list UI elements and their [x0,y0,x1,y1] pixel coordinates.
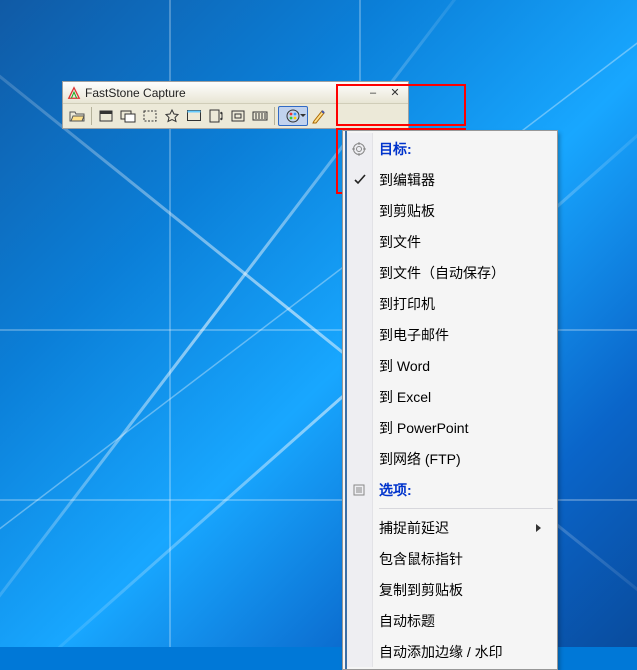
menu-item-to-file[interactable]: 到文件 [345,226,555,257]
menu-item-auto-title[interactable]: 自动标题 [345,605,555,636]
screen-recorder-button[interactable] [249,106,271,126]
toolbar-separator [274,107,275,125]
menu-item-auto-edge-watermark[interactable]: 自动添加边缘 / 水印 [345,636,555,667]
menu-item-label: 到文件 [379,232,421,252]
menu-item-to-clipboard[interactable]: 到剪贴板 [345,195,555,226]
menu-header-label: 目标: [379,139,412,159]
capture-rectangle-button[interactable] [139,106,161,126]
menu-header-options: 选项: [345,474,555,505]
menu-header-target: 目标: [345,133,555,164]
menu-item-label: 到文件（自动保存） [379,263,505,283]
menu-item-to-email[interactable]: 到电子邮件 [345,319,555,350]
chevron-down-icon [300,114,306,117]
faststone-capture-toolbar-window: FastStone Capture – ✕ [62,81,409,129]
capture-fixed-region-button[interactable] [227,106,249,126]
target-icon [351,141,367,157]
menu-item-label: 自动标题 [379,611,435,631]
menu-item-label: 到 Excel [379,387,431,407]
capture-freehand-button[interactable] [161,106,183,126]
menu-item-label: 包含鼠标指针 [379,549,463,569]
menu-item-include-cursor[interactable]: 包含鼠标指针 [345,543,555,574]
menu-item-label: 自动添加边缘 / 水印 [379,642,503,662]
app-logo-icon [67,86,81,100]
menu-item-label: 复制到剪贴板 [379,580,463,600]
menu-item-label: 到打印机 [379,294,435,314]
capture-scrolling-button[interactable] [205,106,227,126]
close-button[interactable]: ✕ [386,85,404,101]
menu-item-to-word[interactable]: 到 Word [345,350,555,381]
menu-item-label: 捕捉前延迟 [379,518,449,538]
window-title: FastStone Capture [85,86,360,100]
output-target-menu: 目标: 到编辑器 到剪贴板 到文件 到文件（自动保存） 到打印机 到电子邮件 到… [342,130,558,670]
menu-item-label: 到 Word [379,356,430,376]
output-target-button[interactable] [278,106,308,126]
menu-item-label: 到 PowerPoint [379,418,468,438]
menu-item-capture-delay[interactable]: 捕捉前延迟 [345,512,555,543]
capture-window-object-button[interactable] [117,106,139,126]
menu-item-copy-clipboard[interactable]: 复制到剪贴板 [345,574,555,605]
open-file-button[interactable] [66,106,88,126]
check-icon [351,171,369,189]
capture-active-window-button[interactable] [95,106,117,126]
menu-separator [379,508,553,509]
menu-item-to-editor[interactable]: 到编辑器 [345,164,555,195]
menu-item-to-excel[interactable]: 到 Excel [345,381,555,412]
menu-item-to-printer[interactable]: 到打印机 [345,288,555,319]
minimize-button[interactable]: – [364,85,382,101]
menu-item-to-powerpoint[interactable]: 到 PowerPoint [345,412,555,443]
submenu-arrow-icon [536,524,541,532]
titlebar[interactable]: FastStone Capture – ✕ [63,82,408,104]
menu-item-to-file-autosave[interactable]: 到文件（自动保存） [345,257,555,288]
draw-button[interactable] [308,106,330,126]
menu-item-label: 到编辑器 [379,170,435,190]
menu-item-label: 到网络 (FTP) [379,449,461,469]
menu-header-label: 选项: [379,480,412,500]
menu-item-label: 到电子邮件 [379,325,449,345]
capture-fullscreen-button[interactable] [183,106,205,126]
menu-item-to-ftp[interactable]: 到网络 (FTP) [345,443,555,474]
toolbar-separator [91,107,92,125]
toolbar [63,104,408,128]
options-icon [351,482,367,498]
menu-item-label: 到剪贴板 [379,201,435,221]
